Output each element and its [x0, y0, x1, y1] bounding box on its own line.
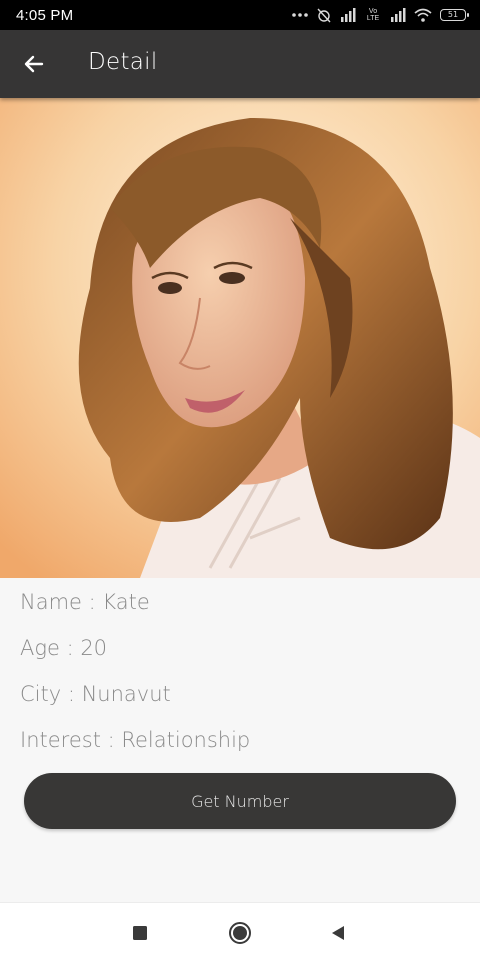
system-back-button[interactable] — [322, 917, 354, 949]
app-bar: Detail — [0, 30, 480, 98]
home-button[interactable] — [224, 917, 256, 949]
arrow-left-icon — [24, 55, 44, 73]
system-nav-bar — [0, 902, 480, 961]
age-label: Age : 20 — [20, 636, 108, 660]
get-number-button[interactable]: Get Number — [24, 773, 456, 829]
back-button[interactable] — [18, 48, 50, 80]
name-label: Name : Kate — [20, 590, 150, 614]
interest-label: Interest : Relationship — [20, 728, 251, 752]
profile-photo — [0, 98, 480, 578]
page-title: Detail — [88, 49, 158, 75]
square-icon — [133, 926, 147, 940]
city-label: City : Nunavut — [20, 682, 171, 706]
triangle-back-icon — [332, 926, 344, 940]
alarm-off-icon — [317, 8, 331, 23]
signal-icon-2 — [391, 8, 406, 22]
signal-icon — [341, 8, 356, 22]
volte-label: Vo LTE — [366, 8, 380, 22]
status-bar: 4:05 PM Vo LTE 51 — [0, 0, 480, 30]
battery-icon: 51 — [440, 9, 469, 21]
status-time: 4:05 PM — [16, 6, 74, 24]
more-dots-icon — [292, 13, 308, 17]
recents-button[interactable] — [124, 917, 156, 949]
status-icons: Vo LTE 51 — [292, 7, 469, 23]
wifi-icon — [414, 8, 432, 22]
circle-icon — [229, 922, 251, 944]
